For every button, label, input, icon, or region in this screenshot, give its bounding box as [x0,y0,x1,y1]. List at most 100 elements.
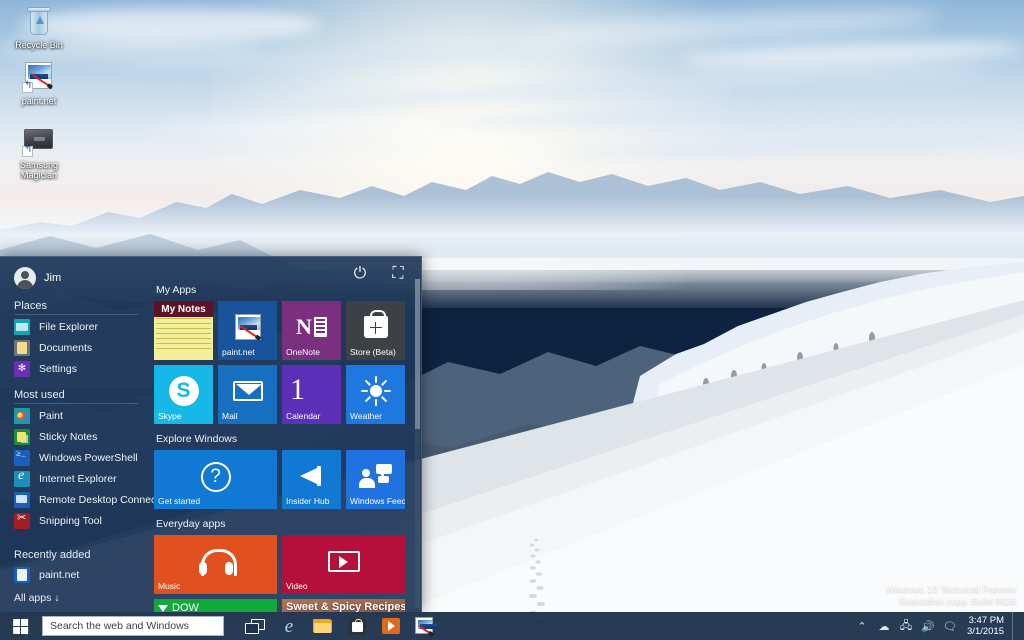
section-header-recently-added: Recently added [14,548,91,561]
video-icon [382,618,400,634]
tile-onenote[interactable]: N OneNote [282,301,341,360]
start-item-label: Documents [39,341,93,354]
recycle-bin-icon [21,4,57,38]
windows-watermark: Windows 10 Technical Preview Evaluation … [886,584,1016,608]
tile-label: Insider Hub [286,496,330,506]
tile-my-notes-header: My Notes [154,301,213,317]
snipping-tool-icon [14,513,30,530]
start-item-file-explorer[interactable]: File Explorer [0,316,146,337]
taskbar-button-internet-explorer[interactable]: e [272,612,306,640]
tile-group-title: Everyday apps [156,518,226,530]
clock[interactable]: 3:47 PM 3/1/2015 [961,615,1012,637]
tile-row: ? Get started Insider Hub Windows Feedb [154,450,413,509]
show-desktop-button[interactable] [1012,612,1018,640]
start-item-settings[interactable]: ✻ Settings [0,358,146,379]
start-item-paint[interactable]: Paint [0,405,146,426]
tile-food-and-drink[interactable]: Sweet & Spicy Recipes [282,599,405,612]
taskbar[interactable]: Search the web and Windows e ⌃ ☁ 🖧 🔊 🗨 3… [0,612,1024,640]
shortcut-overlay-icon [22,82,33,93]
taskbar-button-task-view[interactable] [238,612,272,640]
tile-skype[interactable]: S Skype [154,365,213,424]
tile-calendar[interactable]: 1 Calendar [282,365,341,424]
windows-logo-icon [12,618,28,634]
watermark-line-1: Windows 10 Technical Preview [885,584,1016,595]
tile-label: Video [286,581,308,591]
start-menu-controls: ⏻ ⛶ [351,265,407,283]
taskbar-button-store[interactable] [340,612,374,640]
internet-explorer-icon [14,469,30,488]
task-view-icon [245,618,265,634]
folder-icon [14,318,30,335]
desktop-icon-label: Recycle Bin [15,40,63,50]
tile-paint-net[interactable]: paint.net [218,301,277,360]
user-account-tile[interactable]: Jim [0,257,146,297]
powershell-icon [14,450,30,467]
store-icon [348,617,366,635]
desktop-icon-recycle-bin[interactable]: Recycle Bin [2,4,76,50]
clock-date: 3/1/2015 [967,626,1004,637]
cloud [690,66,990,78]
desktop-icon-paint-net[interactable]: paint.net [2,60,76,106]
clock-time: 3:47 PM [968,615,1004,626]
tile-video[interactable]: Video [282,535,405,594]
taskbar-button-video[interactable] [374,612,408,640]
tile-row: S Skype Mail 1 Calendar Weather [154,365,413,424]
remote-desktop-icon [14,492,30,509]
all-apps-button[interactable]: All apps ↓ [0,586,146,604]
tile-label: Music [158,581,181,591]
money-ticker: DOW [158,602,199,612]
start-item-label: Internet Explorer [39,473,117,486]
start-item-label: paint.net [39,569,80,582]
tile-get-started[interactable]: ? Get started [154,450,277,509]
start-item-label: Paint [39,409,63,422]
taskbar-button-file-explorer[interactable] [306,612,340,640]
paint-icon [14,407,30,424]
start-item-label: Sticky Notes [39,430,98,443]
tile-label: Weather [350,411,382,421]
power-icon[interactable]: ⏻ [351,265,369,283]
down-arrow-icon [158,604,168,612]
paint-net-icon [14,567,30,584]
tile-windows-feedback[interactable]: Windows Feedb [346,450,405,509]
tile-group-title: My Apps [156,284,197,296]
start-menu-left-pane: Jim Places File Explorer Documents ✻ Set… [0,257,173,612]
tile-weather[interactable]: Weather [346,365,405,424]
tile-label: paint.net [222,347,255,357]
taskbar-button-paint-net[interactable] [408,612,442,640]
desktop-icon-label: Samsung Magician [19,160,59,180]
start-item-label: Settings [39,362,77,375]
expand-icon[interactable]: ⛶ [389,265,407,283]
tile-music[interactable]: Music [154,535,277,594]
user-name: Jim [44,272,62,284]
network-icon[interactable]: 🖧 [895,612,917,640]
action-center-icon[interactable]: 🗨 [939,612,961,640]
start-item-sticky-notes[interactable]: Sticky Notes [0,426,146,447]
cloud-icon[interactable]: ☁ [873,612,895,640]
tile-insider-hub[interactable]: Insider Hub [282,450,341,509]
tile-store-beta[interactable]: Store (Beta) [346,301,405,360]
start-button[interactable] [0,612,40,640]
speaker-icon[interactable]: 🔊 [917,612,939,640]
start-item-label: Windows PowerShell [39,452,138,465]
search-input[interactable]: Search the web and Windows [42,616,224,636]
start-item-paint-net[interactable]: paint.net [0,565,146,586]
tile-label: Mail [222,411,238,421]
desktop-icon-samsung-magician[interactable]: Samsung Magician [2,124,76,180]
tile-row: My Notes paint.net N OneNote Store (Beta… [154,301,413,360]
tiles-scrollbar[interactable] [415,279,420,608]
start-item-windows-powershell[interactable]: Windows PowerShell [0,447,146,468]
start-item-internet-explorer[interactable]: Internet Explorer [0,469,146,490]
start-item-remote-desktop-connection[interactable]: Remote Desktop Connection [0,490,173,511]
watermark-line-2: Evaluation copy. Build 9926 [899,596,1016,607]
start-item-snipping-tool[interactable]: Snipping Tool [0,511,146,532]
tile-my-notes[interactable]: My Notes [154,301,213,360]
start-menu-tile-pane: ⏻ ⛶ My Apps My Notes paint.net N OneNote… [146,257,421,612]
start-menu[interactable]: Jim Places File Explorer Documents ✻ Set… [0,256,422,612]
tile-mail[interactable]: Mail [218,365,277,424]
desktop-icon-label: paint.net [21,96,57,106]
chevron-up-icon[interactable]: ⌃ [851,612,873,640]
gear-icon: ✻ [14,360,30,377]
tile-money-dow[interactable]: DOW [154,599,277,612]
start-item-documents[interactable]: Documents [0,337,146,358]
paint-net-icon [415,617,437,635]
